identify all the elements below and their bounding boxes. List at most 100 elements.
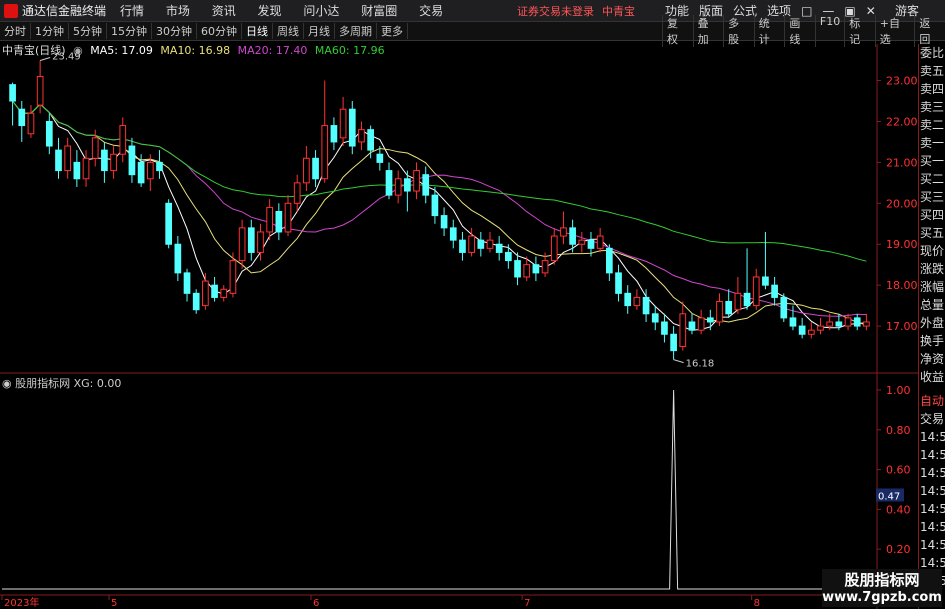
candle-up — [266, 206, 274, 233]
watermark-line2: www.7gpzb.com — [822, 590, 942, 605]
price-tick-label: 19.00 — [886, 238, 918, 251]
candle-up — [716, 301, 723, 323]
toolbar-button[interactable]: 叠加 — [692, 15, 724, 47]
candle-up — [734, 292, 742, 311]
tab-period[interactable]: 分时 — [0, 23, 31, 39]
candle-down — [312, 157, 319, 180]
login-notice[interactable]: 证券交易未登录 中青宝 — [517, 3, 635, 19]
quote-sidebar: 委比 卖五 卖四 卖三 卖二 卖一 买一 买二 买三 买四 买五 现价 涨跌 涨幅 总量 外盘 换手 净资 收益自动… — [918, 44, 945, 609]
candle-up — [523, 264, 531, 278]
sidebar-item[interactable]: 换手 — [919, 332, 945, 350]
toolbar-button[interactable]: 统计 — [753, 15, 785, 47]
candle-up — [238, 227, 246, 262]
sidebar-item[interactable]: 买三 — [919, 188, 945, 206]
candle-down — [449, 227, 457, 241]
trade-time-item[interactable]: 14:56 — [919, 536, 945, 554]
trade-time-item[interactable]: 14:56 — [919, 482, 945, 500]
sidebar-item[interactable]: 涨跌 — [919, 260, 945, 278]
toolbar-button[interactable]: 返回 — [914, 15, 945, 47]
date-tick-label: 8 — [754, 598, 760, 609]
tab-period[interactable]: 1分钟 — [31, 23, 69, 39]
candle-down — [18, 108, 26, 127]
candle-up — [633, 296, 641, 307]
tab-period[interactable]: 多周期 — [335, 23, 377, 39]
menu-item-news[interactable]: 资讯 — [212, 4, 236, 18]
toolbar-button[interactable]: 多股 — [723, 15, 754, 47]
sidebar-item[interactable]: 买四 — [919, 206, 945, 224]
sidebar-item[interactable]: 净资 — [919, 350, 945, 368]
candle-down — [211, 284, 218, 298]
tab-period-more[interactable]: 更多 — [377, 23, 408, 39]
tab-period[interactable]: 月线 — [304, 23, 335, 39]
candle-up — [560, 227, 567, 237]
tab-period[interactable]: 周线 — [273, 23, 304, 39]
toolbar-button[interactable]: +自选 — [874, 15, 915, 47]
candle-up — [358, 129, 365, 143]
sidebar-item[interactable]: 现价 — [919, 242, 945, 260]
menu-item-quotes[interactable]: 行情 — [120, 4, 144, 18]
candle-down — [459, 239, 466, 253]
candle-up — [394, 178, 402, 196]
kline-chart[interactable]: 23.49 16.18 23.00 22.00 21.00 20.00 19.00 18.0… — [0, 44, 918, 609]
candle-up — [807, 329, 815, 335]
menu-item-wealth[interactable]: 财富圈 — [361, 4, 397, 18]
app-logo-icon — [4, 3, 18, 18]
trade-time-item[interactable]: 14:56 — [919, 518, 945, 536]
candle-down — [174, 243, 182, 274]
sidebar-item[interactable]: 买一 — [919, 152, 945, 170]
trade-time-item[interactable]: 14:56 — [919, 500, 945, 518]
candle-up — [550, 235, 558, 262]
sidebar-item[interactable]: 委比 — [919, 44, 945, 62]
candle-up — [321, 125, 329, 180]
candle-down — [569, 227, 576, 245]
sidebar-item[interactable]: 卖五 — [919, 62, 945, 80]
trade-time-item[interactable]: 14:56 — [919, 446, 945, 464]
toolbar-button[interactable]: 标记 — [844, 15, 875, 47]
toolbar-right-group: 复权 叠加 多股 统计 画线 F10 标记 +自选 返回 — [662, 15, 945, 47]
auto-trade-label[interactable]: 自动 — [919, 392, 945, 410]
trade-time-item[interactable]: 交易 — [919, 410, 945, 428]
menu-item-discover[interactable]: 发现 — [258, 4, 282, 18]
candle-down — [183, 272, 191, 294]
indicator-tick-label: 0.60 — [886, 464, 911, 477]
candle-up — [752, 276, 760, 307]
toolbar-button[interactable]: F10 — [814, 15, 844, 47]
tab-period[interactable]: 15分钟 — [107, 23, 152, 39]
candle-down — [798, 325, 806, 335]
sidebar-item[interactable]: 涨幅 — [919, 278, 945, 296]
sidebar-item[interactable]: 卖一 — [919, 134, 945, 152]
sidebar-item[interactable]: 外盘 — [919, 314, 945, 332]
candle-down — [156, 161, 163, 172]
tab-period[interactable]: 5分钟 — [69, 23, 107, 39]
top-menu: 行情 市场 资讯 发现 问小达 财富圈 交易 — [120, 2, 461, 19]
toolbar-button[interactable]: 画线 — [784, 15, 815, 47]
trade-time-item[interactable]: 14:56 — [919, 428, 945, 446]
app-name: 通达信金融终端 — [22, 4, 107, 18]
sidebar-item[interactable]: 卖四 — [919, 80, 945, 98]
candle-up — [220, 288, 228, 298]
watermark-line1: 股朋指标网 — [844, 571, 920, 589]
candle-up — [596, 235, 604, 249]
indicator-tick-label: 0.40 — [886, 503, 911, 516]
price-tick-label: 17.00 — [886, 320, 918, 333]
sidebar-item[interactable]: 卖二 — [919, 116, 945, 134]
sidebar-item[interactable]: 卖三 — [919, 98, 945, 116]
candle-up — [64, 145, 72, 172]
sidebar-item[interactable]: 买五 — [919, 224, 945, 242]
candle-up — [229, 260, 237, 294]
tab-period[interactable]: 60分钟 — [197, 23, 242, 39]
trade-time-item[interactable]: 14:56 — [919, 464, 945, 482]
sidebar-item[interactable]: 总量 — [919, 296, 945, 314]
menu-item-market[interactable]: 市场 — [166, 4, 190, 18]
sidebar-item[interactable]: 收益 — [919, 368, 945, 386]
date-tick-label: 6 — [313, 598, 319, 609]
candle-up — [82, 157, 90, 180]
tab-period[interactable]: 30分钟 — [152, 23, 197, 39]
toolbar-button[interactable]: 复权 — [662, 15, 693, 47]
candle-up — [27, 112, 35, 135]
tab-period-active[interactable]: 日线 — [242, 23, 273, 39]
menu-item-ask[interactable]: 问小达 — [303, 4, 339, 18]
menu-item-trade[interactable]: 交易 — [419, 4, 443, 18]
candle-up — [110, 153, 117, 172]
sidebar-item[interactable]: 买二 — [919, 170, 945, 188]
